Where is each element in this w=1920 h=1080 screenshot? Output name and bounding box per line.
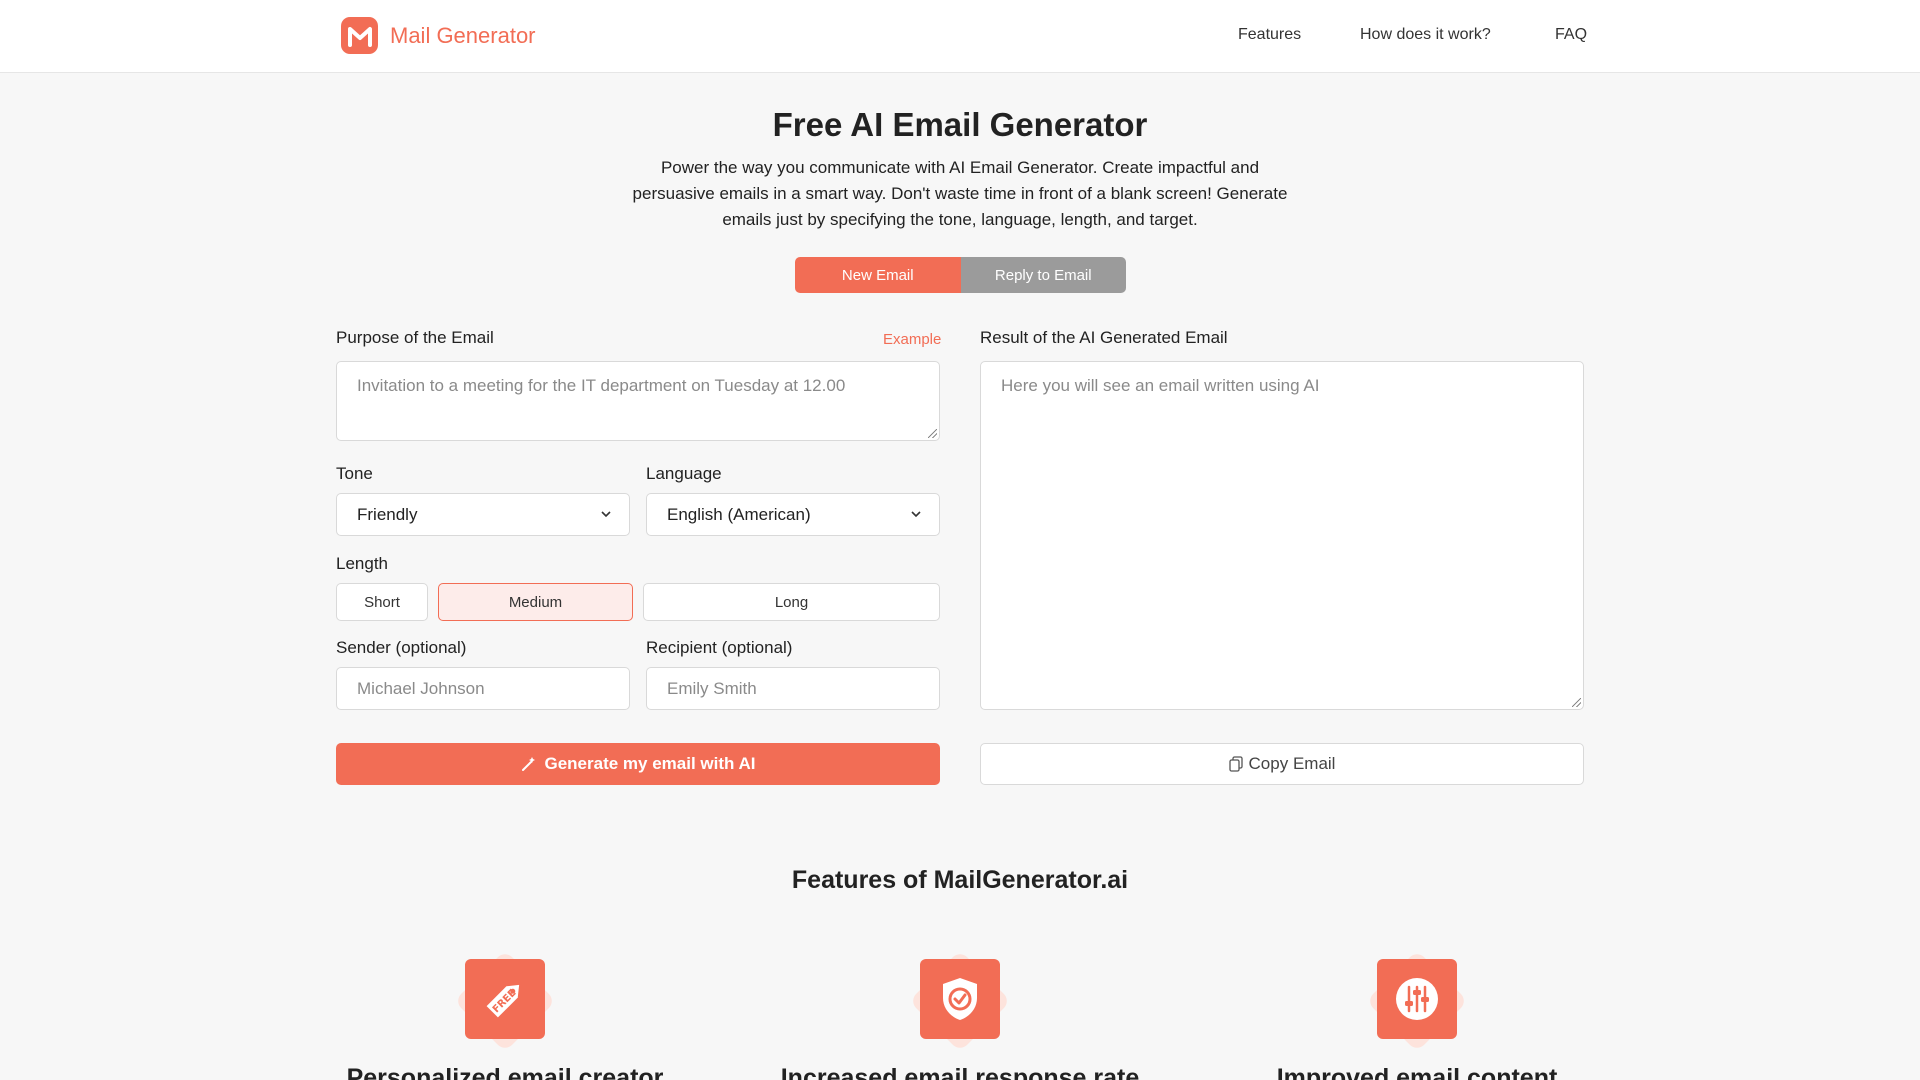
length-medium-button[interactable]: Medium	[438, 583, 633, 621]
length-long-button[interactable]: Long	[643, 583, 940, 621]
tone-selected-value: Friendly	[357, 504, 418, 524]
sender-input[interactable]	[336, 667, 630, 710]
language-select[interactable]: English (American)	[646, 493, 940, 536]
language-label: Language	[646, 464, 722, 483]
page-title: Free AI Email Generator	[772, 106, 1148, 143]
nav-faq-link[interactable]: FAQ	[1555, 26, 1587, 44]
sender-label: Sender (optional)	[336, 638, 467, 657]
mail-logo-icon	[341, 17, 378, 54]
nav-how-it-works-link[interactable]: How does it work?	[1360, 26, 1491, 44]
length-label: Length	[336, 554, 388, 573]
result-label: Result of the AI Generated Email	[980, 328, 1228, 347]
copy-button-label: Copy Email	[1248, 754, 1336, 773]
feature-card-improved-content: Improved email content	[1207, 946, 1627, 1080]
chevron-down-icon	[601, 511, 611, 518]
magic-wand-icon	[521, 757, 535, 771]
features-section-title: Features of MailGenerator.ai	[791, 866, 1129, 894]
language-selected-value: English (American)	[667, 504, 811, 524]
recipient-input[interactable]	[646, 667, 940, 710]
recipient-label: Recipient (optional)	[646, 638, 793, 657]
tab-reply-to-email[interactable]: Reply to Email	[960, 257, 1126, 293]
purpose-resize-handle[interactable]	[928, 429, 937, 438]
email-mode-toggle: New Email Reply to Email	[795, 257, 1126, 293]
page-description: Power the way you communicate with AI Em…	[632, 158, 1288, 229]
result-textarea[interactable]	[980, 361, 1584, 710]
feature-title: Personalized email creator	[346, 1064, 664, 1080]
example-link[interactable]: Example	[883, 331, 941, 348]
chevron-down-icon	[911, 511, 921, 518]
brand-name: Mail Generator	[390, 22, 536, 48]
tone-select[interactable]: Friendly	[336, 493, 630, 536]
feature-title: Increased email response rate	[780, 1064, 1140, 1080]
tab-new-email[interactable]: New Email	[795, 257, 961, 293]
generate-button-label: Generate my email with AI	[544, 754, 756, 773]
copy-icon	[1228, 756, 1243, 772]
length-short-button[interactable]: Short	[336, 583, 428, 621]
feature-title: Improved email content	[1276, 1064, 1558, 1080]
tone-label: Tone	[336, 464, 373, 483]
copy-email-button[interactable]: Copy Email	[980, 743, 1584, 785]
nav-features-link[interactable]: Features	[1238, 26, 1301, 44]
top-nav-bar: Mail Generator Features How does it work…	[0, 0, 1920, 73]
brand-logo[interactable]: Mail Generator	[341, 17, 536, 54]
generate-email-button[interactable]: Generate my email with AI	[336, 743, 940, 785]
feature-card-response-rate: Increased email response rate	[750, 946, 1170, 1080]
purpose-label: Purpose of the Email	[336, 328, 494, 347]
shield-check-icon	[920, 959, 1000, 1039]
free-tag-icon: FREE	[465, 959, 545, 1039]
result-resize-handle[interactable]	[1572, 698, 1581, 707]
sliders-icon	[1377, 959, 1457, 1039]
feature-card-personalized: FREE Personalized email creator	[295, 946, 715, 1080]
purpose-textarea[interactable]	[336, 361, 940, 441]
